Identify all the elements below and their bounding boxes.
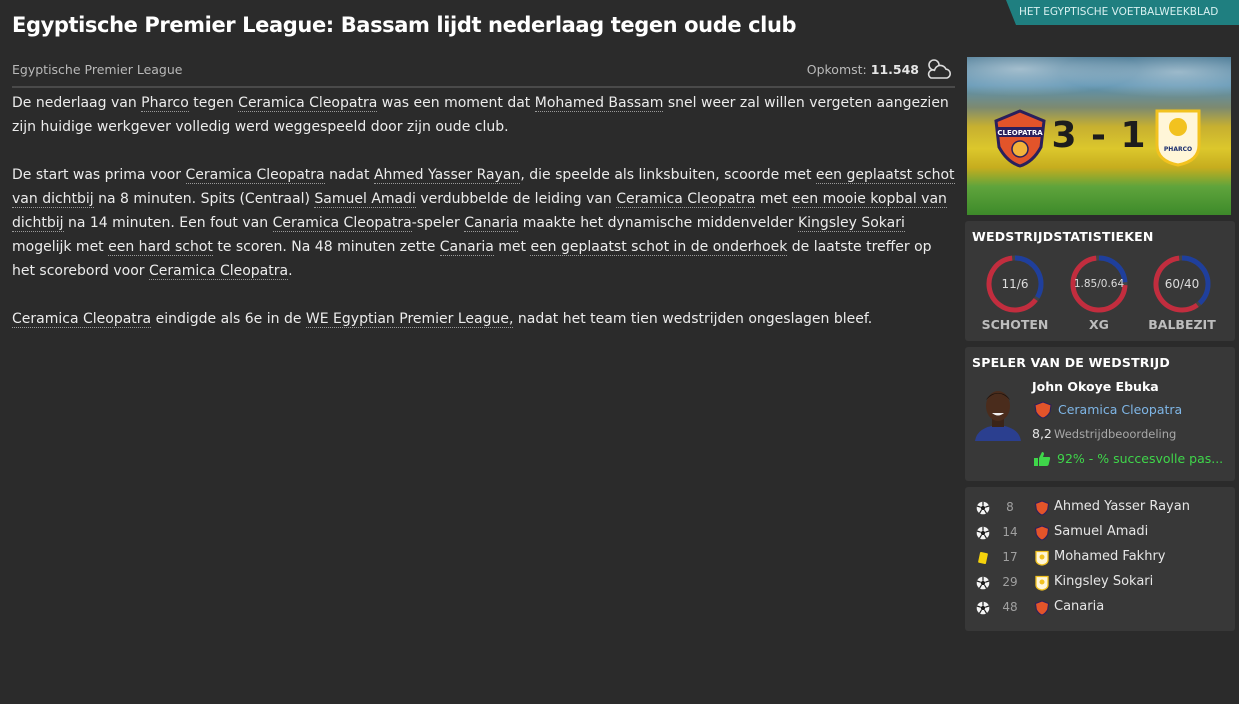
attendance-label: Opkomst: <box>806 62 867 77</box>
stats-title: WEDSTRIJDSTATISTIEKEN <box>972 229 1154 244</box>
club-link[interactable]: Ceramica Cleopatra <box>238 95 378 112</box>
shots-label: SCHOTEN <box>981 317 1049 332</box>
event-minute: 14 <box>1002 525 1018 539</box>
attendance: Opkomst: 11.548 <box>807 62 919 77</box>
event-player-name[interactable]: Canaria <box>1054 599 1104 614</box>
home-club-crest-icon <box>1034 525 1050 541</box>
home-club-crest-icon <box>1034 500 1050 516</box>
attendance-value: 11.548 <box>870 62 919 77</box>
club-link[interactable]: Ceramica Cleopatra <box>616 191 756 208</box>
potm-title: SPELER VAN DE WEDSTRIJD <box>972 355 1170 370</box>
event-row[interactable]: 29 Kingsley Sokari <box>965 570 1235 595</box>
away-club-crest-icon <box>1035 575 1049 591</box>
cloudy-icon <box>927 59 951 79</box>
club-link[interactable]: Ceramica Cleopatra <box>185 167 325 184</box>
text: na 14 minuten. Een fout van <box>63 215 273 231</box>
event-row[interactable]: 14 Samuel Amadi <box>965 520 1235 545</box>
highlight-link[interactable]: een geplaatst schot in de onderhoek <box>530 239 788 256</box>
player-link[interactable]: Canaria <box>464 215 519 232</box>
text: maakte het dynamische middenvelder <box>518 215 798 231</box>
person-link[interactable]: Mohamed Bassam <box>534 95 664 112</box>
club-link[interactable]: Ceramica Cleopatra <box>12 311 152 328</box>
text: met <box>493 239 531 255</box>
text: na 8 minuten. Spits (Centraal) <box>93 191 315 207</box>
event-minute: 8 <box>1006 500 1014 514</box>
potm-rating-label: Wedstrijdbeoordeling <box>1054 427 1177 441</box>
text: nadat <box>324 167 374 183</box>
article-paragraph-3: Ceramica Cleopatra eindigde als 6e in de… <box>12 307 957 331</box>
event-row[interactable]: 48 Canaria <box>965 595 1235 620</box>
player-link[interactable]: Canaria <box>439 239 494 256</box>
potm-player-name[interactable]: John Okoye Ebuka <box>1032 379 1159 394</box>
event-player-name[interactable]: Mohamed Fakhry <box>1054 549 1165 564</box>
event-player-name[interactable]: Ahmed Yasser Rayan <box>1054 499 1190 514</box>
text: -speler <box>411 215 465 231</box>
possession-value: 60/40 <box>1164 277 1200 291</box>
xg-label: XG <box>1089 317 1109 332</box>
page-title: Egyptische Premier League: Bassam lijdt … <box>12 13 797 37</box>
yellow-card-icon <box>978 551 988 565</box>
player-link[interactable]: Ahmed Yasser Rayan <box>373 167 521 184</box>
event-player-name[interactable]: Kingsley Sokari <box>1054 574 1153 589</box>
competition-link[interactable]: Egyptische Premier League <box>12 62 182 77</box>
potm-pass-stat: 92% - % succesvolle pas... <box>1057 451 1224 466</box>
club-link[interactable]: Ceramica Cleopatra <box>272 215 412 232</box>
article-subbar: Egyptische Premier League Opkomst: 11.54… <box>12 56 955 88</box>
club-crest-icon <box>1034 401 1052 419</box>
away-club-crest-icon[interactable]: PHARCO <box>1153 107 1203 167</box>
text: tegen <box>188 95 239 111</box>
event-row[interactable]: 8 Ahmed Yasser Rayan <box>965 495 1235 520</box>
event-minute: 17 <box>1002 550 1018 564</box>
event-minute: 29 <box>1002 575 1018 589</box>
match-result-banner[interactable]: CLEOPATRA 3 - 1 PHARCO <box>967 57 1231 215</box>
player-photo-avatar[interactable] <box>973 383 1023 441</box>
match-events-panel: 8 Ahmed Yasser Rayan 14 Samuel Amadi 17 … <box>965 487 1235 631</box>
ball-icon <box>976 526 990 540</box>
club-link[interactable]: Ceramica Cleopatra <box>148 263 289 280</box>
potm-club-link[interactable]: Ceramica Cleopatra <box>1058 402 1182 417</box>
article-paragraph-1: De nederlaag van Pharco tegen Ceramica C… <box>12 91 957 139</box>
xg-value: 1.85/0.64 <box>1073 278 1125 290</box>
thumbs-up-icon <box>1034 452 1051 466</box>
text: , die speelde als linksbuiten, scoorde m… <box>520 167 816 183</box>
event-minute: 48 <box>1002 600 1018 614</box>
event-player-name[interactable]: Samuel Amadi <box>1054 524 1148 539</box>
potm-rating-value: 8,2 <box>1032 426 1052 441</box>
ball-icon <box>976 501 990 515</box>
source-tag[interactable]: HET EGYPTISCHE VOETBALWEEKBLAD <box>1006 0 1239 25</box>
away-badge-text: PHARCO <box>1164 146 1192 153</box>
text: De nederlaag van <box>12 95 142 111</box>
text: was een moment dat <box>377 95 535 111</box>
away-club-crest-icon <box>1035 550 1049 566</box>
possession-label: BALBEZIT <box>1148 317 1216 332</box>
player-link[interactable]: Samuel Amadi <box>314 191 416 208</box>
ball-icon <box>976 576 990 590</box>
text: . <box>288 263 293 279</box>
text: nadat het team tien wedstrijden ongeslag… <box>513 311 873 327</box>
text: De start was prima voor <box>12 167 186 183</box>
highlight-link[interactable]: een hard schot <box>108 239 213 256</box>
ball-icon <box>976 601 990 615</box>
home-club-crest-icon <box>1034 600 1050 616</box>
text: eindigde als 6e in de <box>151 311 306 327</box>
competition-link[interactable]: WE Egyptian Premier League, <box>305 311 514 328</box>
match-stats-panel: WEDSTRIJDSTATISTIEKEN 11/6 SCHOTEN 1.85/… <box>965 221 1235 341</box>
text: te scoren. Na 48 minuten zette <box>212 239 440 255</box>
article-paragraph-2: De start was prima voor Ceramica Cleopat… <box>12 163 957 283</box>
article-body: De nederlaag van Pharco tegen Ceramica C… <box>12 91 957 355</box>
player-of-the-match-panel: SPELER VAN DE WEDSTRIJD John Okoye Ebuka… <box>965 347 1235 481</box>
text: verdubbelde de leiding van <box>415 191 617 207</box>
shots-value: 11/6 <box>1001 277 1029 291</box>
text: mogelijk met <box>12 239 109 255</box>
text: met <box>755 191 793 207</box>
player-link[interactable]: Kingsley Sokari <box>797 215 905 232</box>
club-link[interactable]: Pharco <box>141 95 189 112</box>
event-row[interactable]: 17 Mohamed Fakhry <box>965 545 1235 570</box>
